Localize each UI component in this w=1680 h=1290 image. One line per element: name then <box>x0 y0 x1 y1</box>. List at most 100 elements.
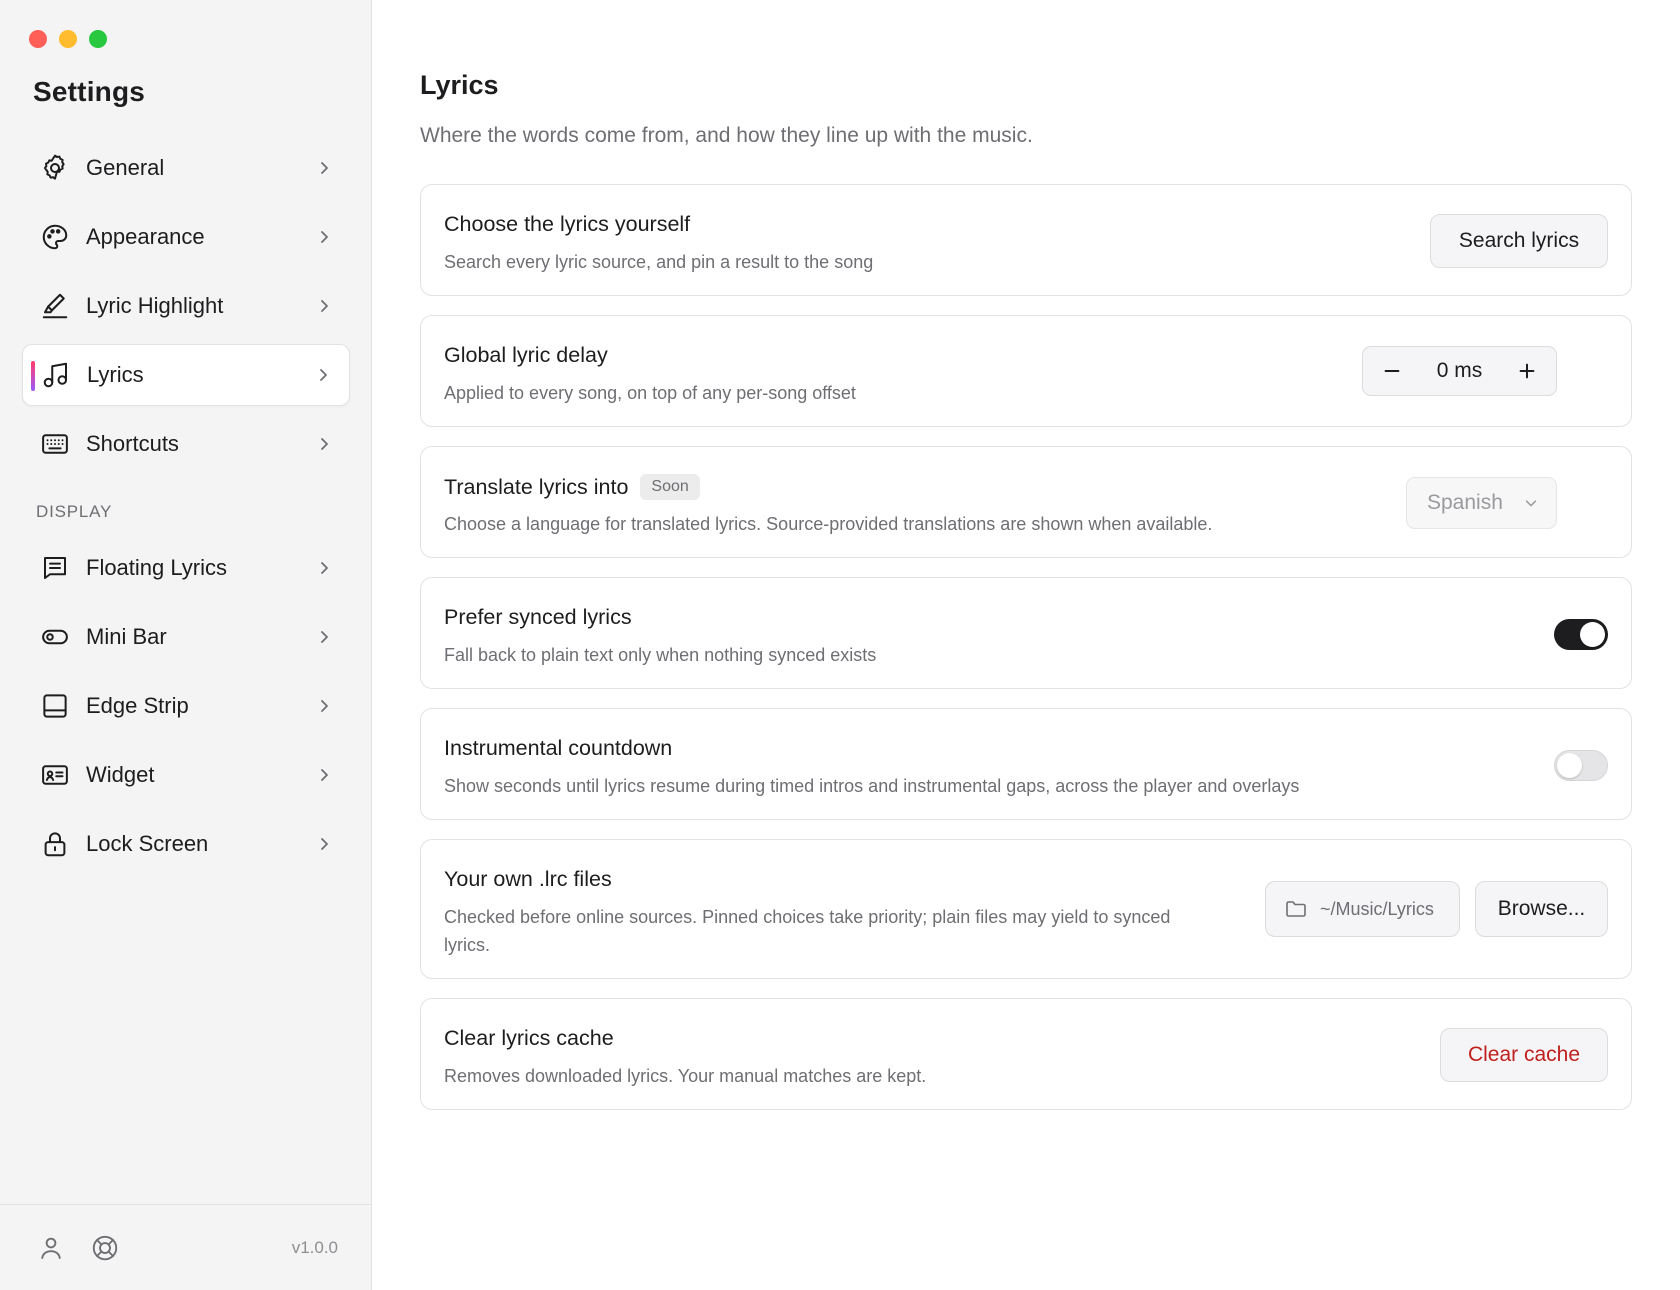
card-title: Prefer synced lyrics <box>444 605 632 629</box>
settings-window: Settings General Appearance Lyric Highli… <box>0 0 1680 1290</box>
sidebar-section-display: DISPLAY <box>36 502 113 521</box>
music-note-icon <box>41 360 71 390</box>
main-content: Lyrics Where the words come from, and ho… <box>372 0 1680 1290</box>
card-description: Choose a language for translated lyrics.… <box>444 514 1213 534</box>
gear-icon <box>40 153 70 183</box>
browse-button[interactable]: Browse... <box>1475 881 1608 937</box>
decrease-delay-button[interactable] <box>1379 358 1405 384</box>
sidebar-item-lyrics[interactable]: Lyrics <box>22 344 350 406</box>
maximize-window-button[interactable] <box>89 30 107 48</box>
card-description: Fall back to plain text only when nothin… <box>444 645 877 665</box>
card-description-line: lyrics. <box>444 935 490 955</box>
sidebar-nav: General Appearance Lyric Highlight Lyric… <box>22 137 350 882</box>
sidebar-item-shortcuts[interactable]: Shortcuts <box>22 413 350 475</box>
chevron-right-icon <box>316 229 332 245</box>
sidebar-item-label: Mini Bar <box>86 624 167 649</box>
sidebar-item-label: Shortcuts <box>86 431 179 456</box>
card-description: Removes downloaded lyrics. Your manual m… <box>444 1066 927 1086</box>
sidebar-item-general[interactable]: General <box>22 137 350 199</box>
card-title: Clear lyrics cache <box>444 1026 614 1050</box>
chevron-right-icon <box>315 367 331 383</box>
clear-cache-button[interactable]: Clear cache <box>1440 1028 1608 1082</box>
soon-badge: Soon <box>640 474 700 500</box>
lyrics-folder-path[interactable]: ~/Music/Lyrics <box>1265 881 1460 937</box>
card-choose-lyrics: Choose the lyrics yourself Search every … <box>420 184 1632 296</box>
card-title: Your own .lrc files <box>444 867 612 891</box>
user-icon[interactable] <box>36 1233 66 1263</box>
card-description: Applied to every song, on top of any per… <box>444 383 856 403</box>
prefer-synced-toggle[interactable] <box>1554 619 1608 650</box>
sidebar-item-edge-strip[interactable]: Edge Strip <box>22 675 350 737</box>
card-title-text: Translate lyrics into <box>444 474 629 499</box>
folder-icon <box>1284 897 1308 921</box>
minimize-window-button[interactable] <box>59 30 77 48</box>
selected-language: Spanish <box>1427 491 1503 514</box>
delay-value: 0 ms <box>1436 359 1483 382</box>
card-description: Show seconds until lyrics resume during … <box>444 776 1300 796</box>
card-description: Checked before online sources. Pinned ch… <box>444 903 1170 959</box>
sidebar-item-label: Widget <box>86 762 155 787</box>
delay-stepper[interactable]: 0 ms <box>1362 346 1557 396</box>
chevron-right-icon <box>316 629 332 645</box>
chevron-down-icon <box>1524 496 1538 510</box>
close-window-button[interactable] <box>29 30 47 48</box>
increase-delay-button[interactable] <box>1514 358 1540 384</box>
widget-card-icon <box>40 760 70 790</box>
card-title: Global lyric delay <box>444 343 608 367</box>
chevron-right-icon <box>316 436 332 452</box>
sidebar-item-label: Lyrics <box>87 362 144 387</box>
sidebar-title: Settings <box>33 76 146 107</box>
search-lyrics-button[interactable]: Search lyrics <box>1430 214 1608 268</box>
card-description: Search every lyric source, and pin a res… <box>444 252 874 272</box>
card-title: Instrumental countdown <box>444 736 673 760</box>
page-subtitle: Where the words come from, and how they … <box>420 124 1033 147</box>
translate-language-select: Spanish <box>1406 477 1557 529</box>
sidebar-item-label: Floating Lyrics <box>86 555 228 580</box>
sidebar-item-lock-screen[interactable]: Lock Screen <box>22 813 350 875</box>
help-lifebuoy-icon[interactable] <box>90 1233 120 1263</box>
card-clear-cache: Clear lyrics cache Removes downloaded ly… <box>420 998 1632 1110</box>
sidebar: Settings General Appearance Lyric Highli… <box>0 0 372 1290</box>
card-title: Choose the lyrics yourself <box>444 212 691 236</box>
sidebar-item-mini-bar[interactable]: Mini Bar <box>22 606 350 668</box>
toggle-knob <box>1557 753 1582 778</box>
keyboard-icon <box>40 429 70 459</box>
sidebar-item-label: General <box>86 155 165 180</box>
highlighter-icon <box>40 291 70 321</box>
pill-icon <box>40 622 70 652</box>
card-translate-lyrics: Translate lyrics into Soon Choose a lang… <box>420 446 1632 558</box>
lock-icon <box>40 829 70 859</box>
instrumental-countdown-toggle[interactable] <box>1554 750 1608 781</box>
chevron-right-icon <box>316 160 332 176</box>
edge-strip-icon <box>40 691 70 721</box>
card-instrumental-countdown: Instrumental countdown Show seconds unti… <box>420 708 1632 820</box>
sidebar-item-appearance[interactable]: Appearance <box>22 206 350 268</box>
sidebar-footer: v1.0.0 <box>0 1204 372 1290</box>
sidebar-item-label: Lock Screen <box>86 831 209 856</box>
sidebar-item-widget[interactable]: Widget <box>22 744 350 806</box>
chevron-right-icon <box>316 698 332 714</box>
sidebar-item-lyric-highlight[interactable]: Lyric Highlight <box>22 275 350 337</box>
chevron-right-icon <box>316 560 332 576</box>
app-version: v1.0.0 <box>291 1237 338 1257</box>
chevron-right-icon <box>316 836 332 852</box>
chevron-right-icon <box>316 298 332 314</box>
sidebar-item-floating-lyrics[interactable]: Floating Lyrics <box>22 537 350 599</box>
sidebar-item-label: Appearance <box>86 224 205 249</box>
folder-path-text: ~/Music/Lyrics <box>1320 898 1434 919</box>
card-prefer-synced: Prefer synced lyrics Fall back to plain … <box>420 577 1632 689</box>
minus-icon <box>1384 369 1400 373</box>
message-text-icon <box>40 553 70 583</box>
card-global-delay: Global lyric delay Applied to every song… <box>420 315 1632 427</box>
plus-icon <box>1519 363 1535 379</box>
palette-icon <box>40 222 70 252</box>
page-title: Lyrics <box>420 70 499 100</box>
chevron-right-icon <box>316 767 332 783</box>
card-description-line: Checked before online sources. Pinned ch… <box>444 907 1171 927</box>
card-lrc-files: Your own .lrc files Checked before onlin… <box>420 839 1632 979</box>
window-controls <box>29 30 107 48</box>
toggle-knob <box>1580 622 1605 647</box>
card-title: Translate lyrics into Soon <box>444 474 700 500</box>
sidebar-item-label: Lyric Highlight <box>86 293 224 318</box>
sidebar-item-label: Edge Strip <box>86 693 189 718</box>
